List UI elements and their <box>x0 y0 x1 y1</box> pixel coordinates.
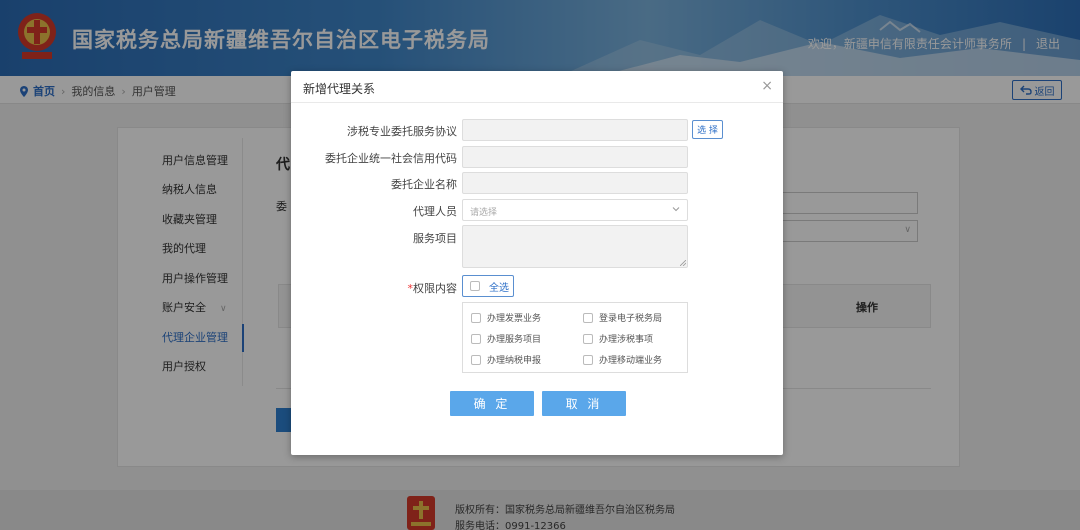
permission-label: 登录电子税务局 <box>599 314 663 324</box>
agent-label: 代理人员 <box>413 205 457 218</box>
agreement-field[interactable] <box>462 119 688 141</box>
cancel-button[interactable]: 取 消 <box>542 391 626 416</box>
permission-label-text: 权限内容 <box>413 282 457 295</box>
company-name-label: 委托企业名称 <box>391 178 457 191</box>
service-label: 服务项目 <box>413 232 457 245</box>
choose-agreement-button[interactable]: 选 择 <box>692 120 723 139</box>
company-name-field <box>462 172 688 194</box>
permission-label: 办理涉税事项 <box>599 335 654 345</box>
dialog-header: 新增代理关系 × <box>291 71 783 103</box>
select-all-label: 全选 <box>489 282 509 294</box>
permission-label: 办理发票业务 <box>487 314 542 324</box>
select-all-checkbox[interactable]: 全选 <box>462 275 514 297</box>
agreement-label: 涉税专业委托服务协议 <box>347 125 457 138</box>
checkbox[interactable] <box>583 354 593 365</box>
permission-label: 办理服务项目 <box>487 335 542 345</box>
agent-select[interactable]: 请选择 <box>462 199 688 221</box>
confirm-button[interactable]: 确 定 <box>450 391 534 416</box>
service-textarea[interactable] <box>462 225 688 268</box>
checkbox[interactable] <box>471 333 481 344</box>
permission-label: 办理纳税申报 <box>487 356 542 366</box>
permission-checkbox[interactable]: 办理服务项目 <box>471 332 541 345</box>
permission-checkbox[interactable]: 登录电子税务局 <box>583 311 662 324</box>
chevron-down-icon <box>672 207 680 212</box>
checkbox[interactable] <box>583 312 593 323</box>
resize-handle-icon[interactable] <box>680 260 686 266</box>
checkbox[interactable] <box>471 354 481 365</box>
checkbox[interactable] <box>583 333 593 344</box>
close-icon[interactable]: × <box>761 78 773 94</box>
dialog-title: 新增代理关系 <box>303 82 376 96</box>
agent-select-placeholder: 请选择 <box>470 208 498 218</box>
permission-label: 办理移动端业务 <box>599 356 663 366</box>
permission-checkbox[interactable]: 办理纳税申报 <box>471 353 541 366</box>
checkbox[interactable] <box>471 312 481 323</box>
permission-checkbox[interactable]: 办理移动端业务 <box>583 353 662 366</box>
permission-list: 办理发票业务 登录电子税务局 办理服务项目 办理涉税事项 办理纳税申报 办理移动… <box>462 302 688 373</box>
credit-code-label: 委托企业统一社会信用代码 <box>325 152 457 165</box>
credit-code-field <box>462 146 688 168</box>
permission-checkbox[interactable]: 办理涉税事项 <box>583 332 653 345</box>
permission-checkbox[interactable]: 办理发票业务 <box>471 311 541 324</box>
add-agency-dialog: 新增代理关系 × 涉税专业委托服务协议 选 择 委托企业统一社会信用代码 委托企… <box>291 71 783 455</box>
checkbox[interactable] <box>470 281 480 291</box>
permission-label: *权限内容 <box>408 280 458 296</box>
